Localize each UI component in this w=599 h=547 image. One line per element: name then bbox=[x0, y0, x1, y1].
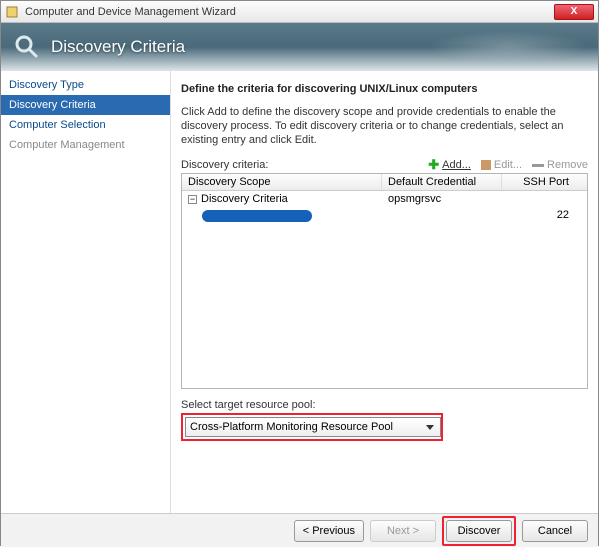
collapse-icon[interactable]: − bbox=[188, 195, 197, 204]
wizard-footer: < Previous Next > Discover Cancel bbox=[1, 513, 598, 547]
cell-credential: opsmgrsvc bbox=[382, 191, 502, 207]
col-port[interactable]: SSH Port bbox=[502, 174, 587, 190]
cell-port-child: 22 bbox=[502, 207, 587, 227]
cancel-button[interactable]: Cancel bbox=[522, 520, 588, 542]
magnifier-icon bbox=[13, 33, 41, 61]
sidebar-item-discovery-criteria[interactable]: Discovery Criteria bbox=[1, 95, 170, 115]
close-icon: X bbox=[571, 6, 578, 17]
table-row[interactable]: 22 bbox=[182, 207, 587, 227]
wizard-header: Discovery Criteria bbox=[1, 23, 598, 71]
discover-button[interactable]: Discover bbox=[446, 520, 512, 542]
wizard-sidebar: Discovery Type Discovery Criteria Comput… bbox=[1, 71, 171, 513]
sidebar-item-computer-management[interactable]: Computer Management bbox=[1, 135, 170, 155]
minus-icon bbox=[532, 164, 544, 167]
previous-button[interactable]: < Previous bbox=[294, 520, 364, 542]
pool-value: Cross-Platform Monitoring Resource Pool bbox=[190, 421, 393, 433]
next-button: Next > bbox=[370, 520, 436, 542]
main-panel: Define the criteria for discovering UNIX… bbox=[171, 71, 598, 513]
col-scope[interactable]: Discovery Scope bbox=[182, 174, 382, 190]
section-description: Click Add to define the discovery scope … bbox=[181, 105, 588, 147]
app-icon bbox=[5, 5, 19, 19]
plus-icon: ✚ bbox=[428, 160, 439, 170]
criteria-grid: Discovery Scope Default Credential SSH P… bbox=[181, 173, 588, 389]
redacted-hostname bbox=[202, 210, 312, 222]
edit-button: Edit... bbox=[481, 159, 522, 171]
grid-toolbar: ✚Add... Edit... Remove bbox=[428, 159, 588, 171]
section-heading: Define the criteria for discovering UNIX… bbox=[181, 83, 588, 95]
resource-pool-select[interactable]: Cross-Platform Monitoring Resource Pool bbox=[185, 417, 441, 437]
scope-label: Discovery Criteria bbox=[201, 193, 288, 205]
titlebar: Computer and Device Management Wizard X bbox=[1, 1, 598, 23]
page-title: Discovery Criteria bbox=[51, 37, 185, 57]
pool-highlight: Cross-Platform Monitoring Resource Pool bbox=[181, 413, 443, 441]
cell-credential-child bbox=[382, 207, 502, 227]
remove-button: Remove bbox=[532, 159, 588, 171]
discover-highlight: Discover bbox=[442, 516, 516, 546]
cell-scope-child bbox=[182, 207, 382, 227]
criteria-label: Discovery criteria: bbox=[181, 159, 268, 171]
cell-port bbox=[502, 191, 587, 207]
cell-scope: −Discovery Criteria bbox=[182, 191, 382, 207]
add-button[interactable]: ✚Add... bbox=[428, 159, 471, 171]
window-title: Computer and Device Management Wizard bbox=[25, 6, 554, 18]
pool-label: Select target resource pool: bbox=[181, 399, 588, 411]
pencil-icon bbox=[481, 160, 491, 170]
grid-header: Discovery Scope Default Credential SSH P… bbox=[182, 174, 587, 191]
sidebar-item-discovery-type[interactable]: Discovery Type bbox=[1, 75, 170, 95]
close-button[interactable]: X bbox=[554, 4, 594, 20]
col-credential[interactable]: Default Credential bbox=[382, 174, 502, 190]
grid-body: −Discovery Criteria opsmgrsvc 22 bbox=[182, 191, 587, 388]
table-row[interactable]: −Discovery Criteria opsmgrsvc bbox=[182, 191, 587, 207]
sidebar-item-computer-selection[interactable]: Computer Selection bbox=[1, 115, 170, 135]
